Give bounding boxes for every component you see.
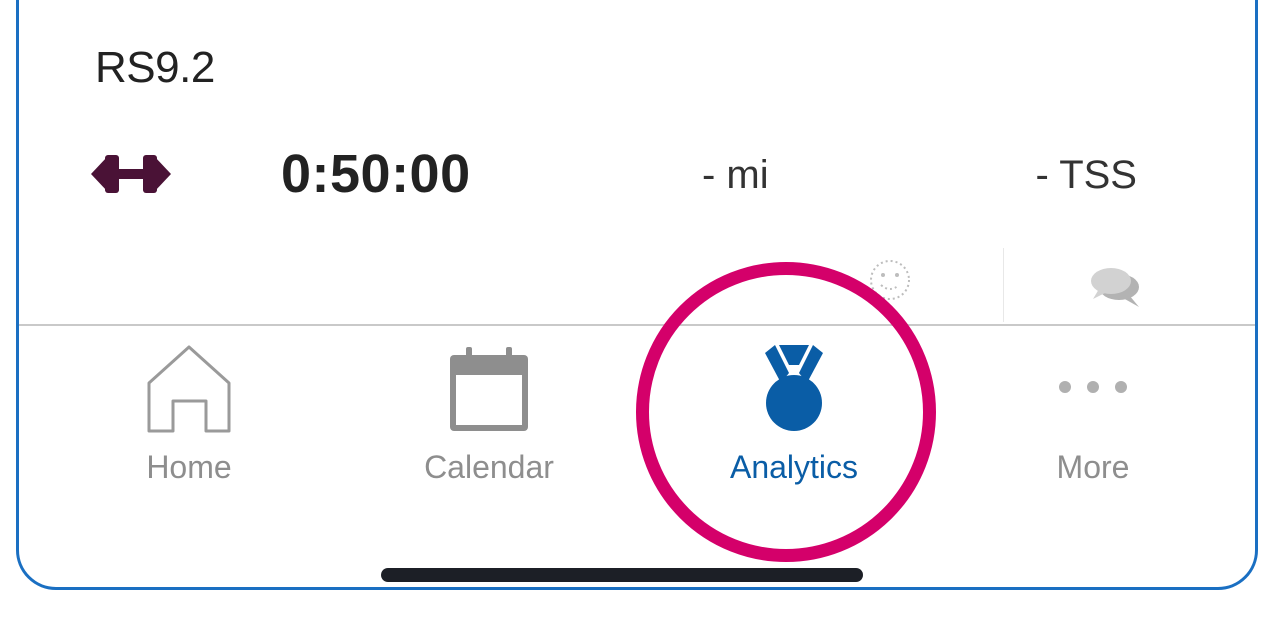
workout-duration: 0:50:00 bbox=[281, 144, 471, 204]
dumbbell-icon bbox=[91, 155, 171, 193]
calendar-icon bbox=[450, 347, 528, 431]
workout-distance: - mi bbox=[702, 153, 769, 197]
home-indicator bbox=[381, 568, 863, 582]
app-frame: RS9.2 0:50:00 - mi - TSS Home Calendar A… bbox=[16, 0, 1258, 590]
medal-icon bbox=[765, 345, 823, 431]
tab-home[interactable]: Home bbox=[69, 343, 309, 493]
tab-analytics[interactable]: Analytics bbox=[674, 343, 914, 493]
action-divider bbox=[1003, 248, 1004, 322]
home-icon bbox=[147, 345, 231, 433]
tab-more[interactable]: More bbox=[973, 343, 1213, 493]
tab-analytics-label: Analytics bbox=[729, 449, 859, 485]
tabbar-divider bbox=[19, 324, 1255, 326]
tab-calendar[interactable]: Calendar bbox=[369, 343, 609, 493]
more-dots-icon bbox=[1059, 381, 1127, 393]
workout-tss: - TSS bbox=[1035, 153, 1137, 197]
tab-home-label: Home bbox=[146, 449, 232, 485]
workout-title[interactable]: RS9.2 bbox=[95, 43, 215, 93]
tab-calendar-label: Calendar bbox=[424, 449, 554, 485]
smiley-face-icon[interactable] bbox=[868, 258, 912, 302]
comment-bubbles-icon[interactable] bbox=[1089, 265, 1143, 309]
tab-more-label: More bbox=[1056, 449, 1130, 485]
